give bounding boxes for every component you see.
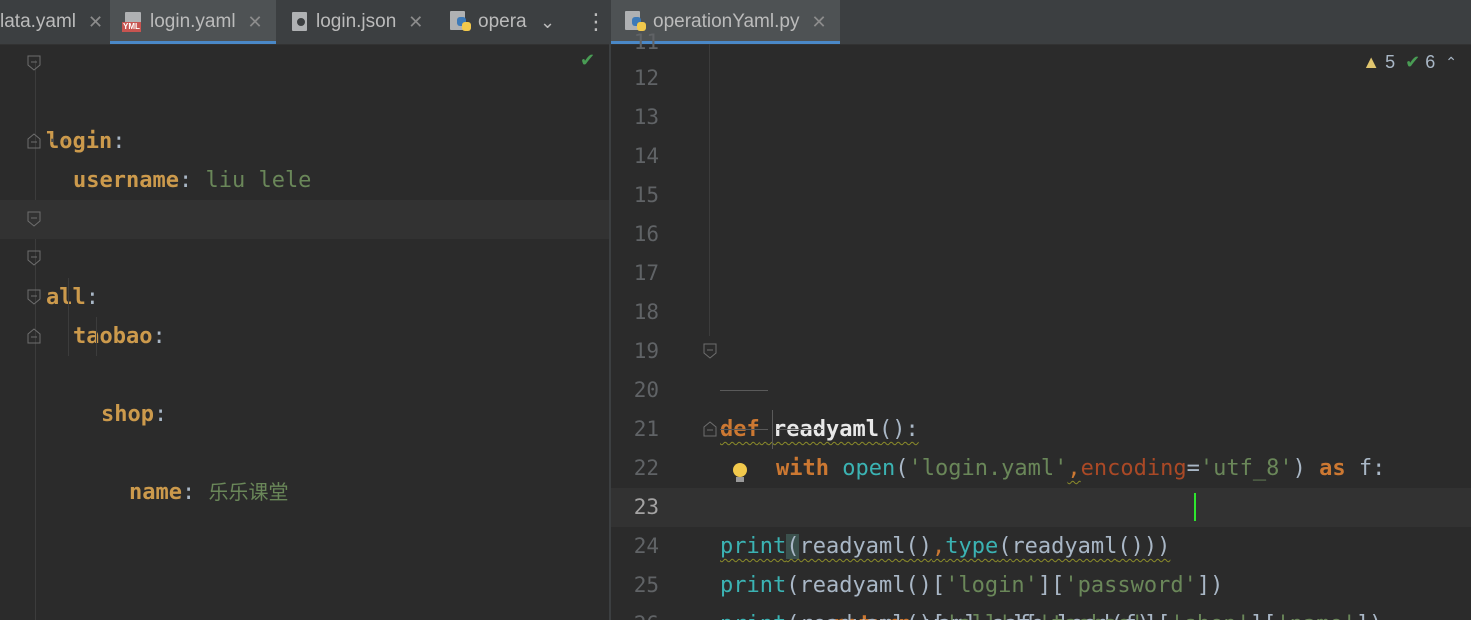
code-line: def readyaml(): [611,332,1471,442]
tab-opera[interactable]: opera [440,0,530,44]
code-line: password: 123 [0,122,609,232]
right-editor-pane: operationYaml.py ✕ ▲ 5 ✔ 6 ⌃ 11 12 13 14… [611,0,1471,620]
line-number: 17 [633,261,659,285]
code-line: name: 乐乐课堂 [0,317,609,505]
warning-icon: ▲ [1362,52,1381,72]
tab-login-json[interactable]: login.json ✕ [278,0,438,44]
python-file-icon [625,11,647,33]
json-file-icon [290,12,310,32]
left-tab-bar: lata.yaml ✕ YML login.yaml ✕ login.json … [0,0,609,45]
code-line-current: print(readyaml(),type(readyaml())) [611,488,1471,559]
chevron-up-icon[interactable]: ⌃ [1445,54,1457,71]
right-tab-bar: operationYaml.py ✕ [611,0,1471,45]
chevron-down-icon[interactable]: ⌄ [540,0,555,44]
tab-label: lata.yaml [0,11,77,32]
left-editor-pane: lata.yaml ✕ YML login.yaml ✕ login.json … [0,0,609,620]
tab-data-yaml[interactable]: lata.yaml ✕ [0,0,108,44]
fold-icon[interactable] [27,133,41,149]
fold-icon[interactable] [703,421,717,437]
close-icon[interactable]: ✕ [811,12,826,33]
tab-label: login.yaml [150,11,236,32]
more-options-icon[interactable]: ⋮ [585,0,607,44]
ok-count: 6 [1425,52,1436,72]
tab-login-yaml[interactable]: YML login.yaml ✕ [110,0,276,44]
code-line: print(readyaml()['login']['password']) [720,573,1224,598]
lightbulb-icon[interactable] [733,463,747,483]
text-caret [1194,493,1196,521]
fold-icon[interactable] [27,250,41,266]
code-line: return yaml.safe_load(f) [611,410,1471,620]
line-number: 13 [633,105,659,129]
yaml-file-icon: YML [122,12,144,32]
close-icon[interactable]: ✕ [88,12,103,33]
code-line: shop: [0,278,609,427]
inspection-widget[interactable]: ▲ 5 ✔ 6 ⌃ [1362,52,1457,73]
fold-icon[interactable] [703,343,717,359]
code-line: ·· username: liu lele [46,129,312,193]
line-number: 14 [633,144,659,168]
code-line: login: [0,44,609,154]
code-line: with open('login.yaml',encoding='utf_8')… [611,371,1471,481]
code-line: print(readyaml()['all']['taobao']['shop'… [611,566,1471,620]
line-number: 16 [633,222,659,246]
line-number: 15 [633,183,659,207]
weak-warning-check-icon: ✔ [1405,52,1421,72]
code-line-current: all: [0,200,609,310]
python-file-icon [450,11,472,33]
warning-count: 5 [1385,52,1396,72]
fold-icon[interactable] [27,211,41,227]
close-icon[interactable]: ✕ [408,12,423,33]
code-line: taobao: [0,239,609,349]
line-number: 12 [633,66,659,90]
tab-label: opera [478,11,527,32]
tab-label: login.json [316,11,397,32]
line-number: 11 [633,32,659,52]
close-icon[interactable]: ✕ [248,12,263,33]
fold-icon[interactable] [27,55,41,71]
fold-icon[interactable] [27,289,41,305]
fold-icon[interactable] [27,328,41,344]
line-number: 18 [633,300,659,324]
tab-label: operationYaml.py [653,11,800,32]
